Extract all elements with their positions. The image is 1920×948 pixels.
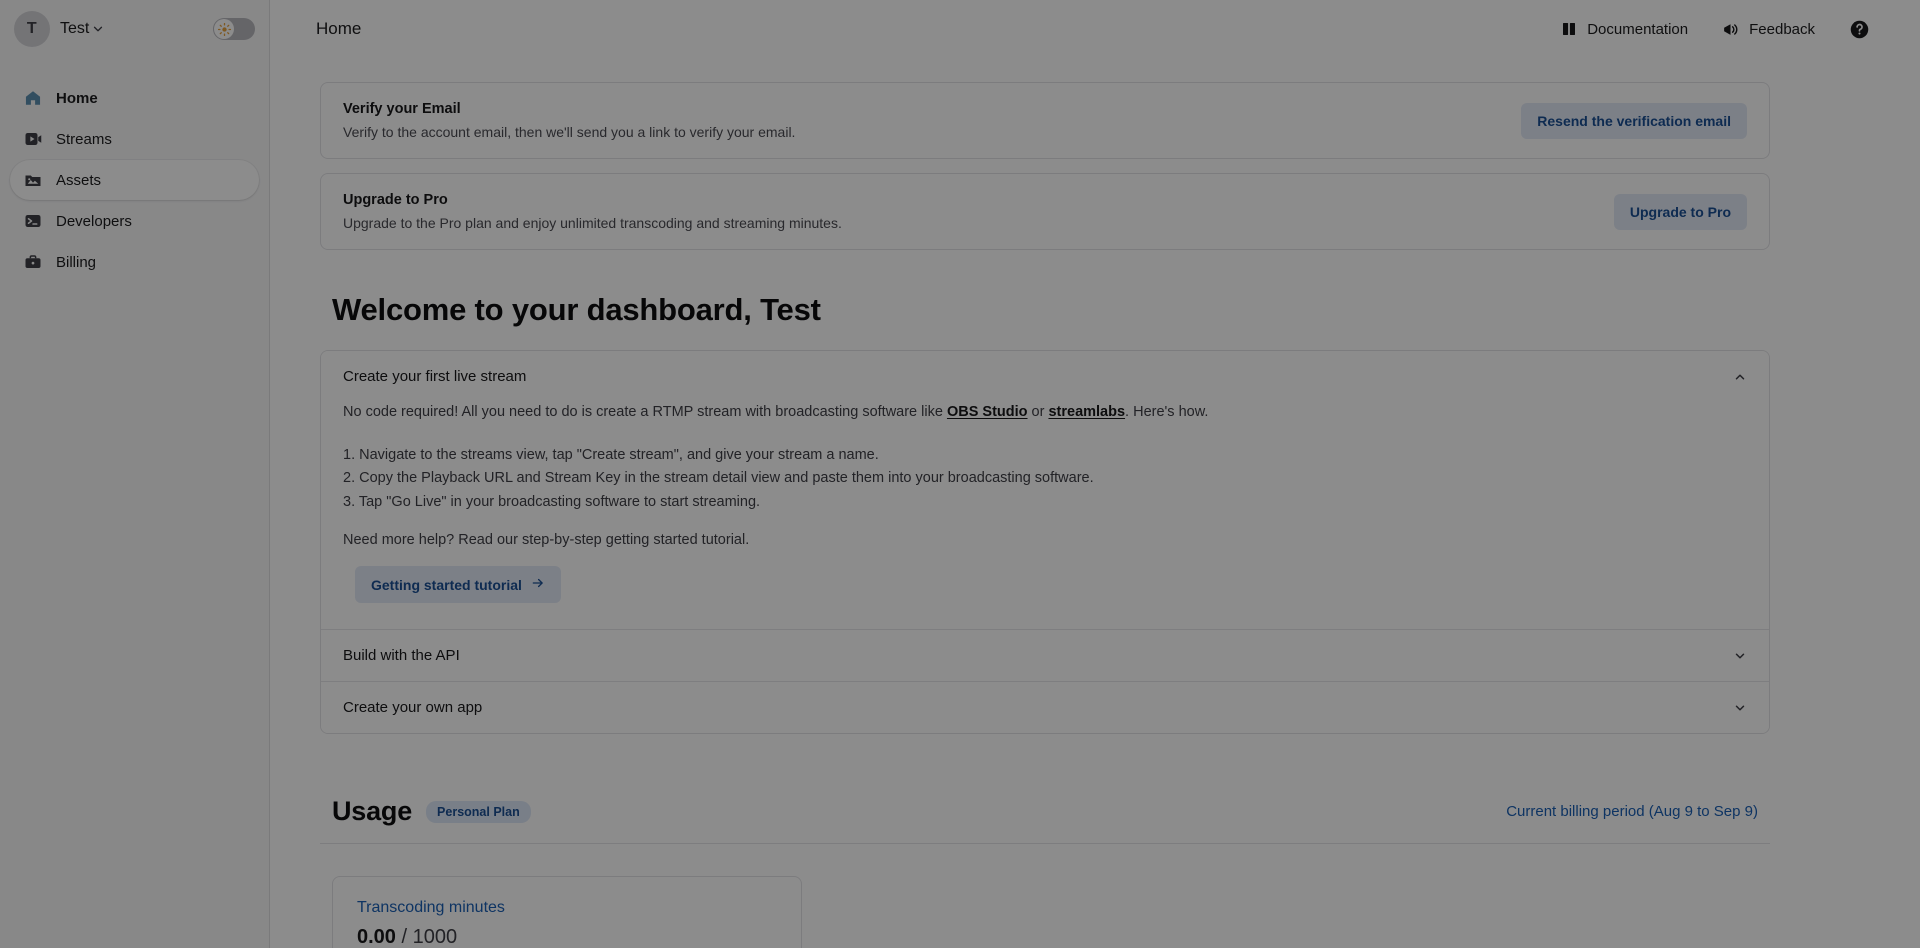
sidebar-nav: Home Streams Assets Developers	[0, 78, 269, 282]
upgrade-to-pro-button[interactable]: Upgrade to Pro	[1614, 194, 1747, 230]
sidebar-item-label: Streams	[56, 131, 112, 148]
need-more-help-text: Need more help? Read our step-by-step ge…	[343, 532, 1747, 548]
main-area: Home Documentation Feedback	[270, 0, 1920, 948]
arrow-right-icon	[531, 576, 545, 593]
theme-toggle[interactable]	[213, 18, 255, 40]
accordion-header-build-api[interactable]: Build with the API	[321, 629, 1769, 681]
sidebar-item-label: Home	[56, 90, 98, 107]
usage-card-transcoding-minutes: Transcoding minutes 0.00 / 1000	[332, 876, 802, 948]
topbar-actions: Documentation Feedback	[1560, 19, 1870, 40]
lead-mid: or	[1028, 404, 1049, 420]
step-item: 1. Navigate to the streams view, tap "Cr…	[343, 444, 1747, 467]
chevron-down-icon	[1733, 649, 1747, 663]
chevron-up-icon	[1733, 370, 1747, 384]
avatar: T	[14, 11, 50, 47]
step-item: 2. Copy the Playback URL and Stream Key …	[343, 467, 1747, 490]
sidebar-item-developers[interactable]: Developers	[10, 201, 259, 241]
alert-text: Verify your Email Verify to the account …	[343, 101, 1501, 140]
obs-studio-link[interactable]: OBS Studio	[947, 404, 1028, 420]
alert-verify-email: Verify your Email Verify to the account …	[320, 82, 1770, 159]
home-icon	[24, 89, 42, 107]
chevron-down-icon	[91, 22, 105, 36]
alert-text: Upgrade to Pro Upgrade to the Pro plan a…	[343, 192, 1594, 231]
alert-description: Upgrade to the Pro plan and enjoy unlimi…	[343, 215, 1594, 231]
briefcase-icon	[24, 253, 42, 271]
usage-section: Usage Personal Plan Current billing peri…	[320, 796, 1770, 948]
org-selector-row: T Test	[0, 0, 269, 58]
status-badge: Personal Plan	[426, 801, 531, 823]
sidebar-item-home[interactable]: Home	[10, 78, 259, 118]
usage-cards: Transcoding minutes 0.00 / 1000	[320, 844, 1770, 948]
alert-upgrade-pro: Upgrade to Pro Upgrade to the Pro plan a…	[320, 173, 1770, 250]
accordion-title: Build with the API	[343, 647, 1733, 664]
chevron-down-icon	[1733, 701, 1747, 715]
org-switcher[interactable]: Test	[60, 20, 105, 38]
accordion-header-create-app[interactable]: Create your own app	[321, 681, 1769, 733]
video-icon	[24, 130, 42, 148]
accordion-steps: 1. Navigate to the streams view, tap "Cr…	[343, 444, 1747, 514]
help-circle-icon[interactable]	[1849, 19, 1870, 40]
alert-title: Verify your Email	[343, 101, 1501, 117]
usage-value: 0.00 / 1000	[357, 926, 777, 948]
sidebar-item-billing[interactable]: Billing	[10, 242, 259, 282]
getting-started-tutorial-button[interactable]: Getting started tutorial	[355, 566, 561, 603]
accordion-header-create-stream[interactable]: Create your first live stream	[321, 351, 1769, 402]
current-billing-period-link[interactable]: Current billing period (Aug 9 to Sep 9)	[1506, 803, 1758, 820]
alert-title: Upgrade to Pro	[343, 192, 1594, 208]
transcoding-minutes-link[interactable]: Transcoding minutes	[357, 899, 505, 917]
breadcrumb: Home	[316, 19, 361, 39]
documentation-label: Documentation	[1587, 21, 1688, 38]
usage-total: 1000	[413, 926, 458, 948]
terminal-icon	[24, 212, 42, 230]
sidebar: T Test Home	[0, 0, 270, 948]
usage-header: Usage Personal Plan Current billing peri…	[320, 796, 1770, 844]
feedback-link[interactable]: Feedback	[1722, 21, 1815, 38]
alert-description: Verify to the account email, then we'll …	[343, 124, 1501, 140]
resend-verification-email-button[interactable]: Resend the verification email	[1521, 103, 1747, 139]
sidebar-item-streams[interactable]: Streams	[10, 119, 259, 159]
sidebar-item-label: Developers	[56, 213, 132, 230]
usage-used: 0.00	[357, 926, 396, 948]
sidebar-item-label: Billing	[56, 254, 96, 271]
sun-icon	[214, 19, 234, 39]
lead-suffix: . Here's how.	[1125, 404, 1208, 420]
org-name: Test	[60, 20, 89, 38]
page-title: Welcome to your dashboard, Test	[332, 292, 1770, 328]
documentation-link[interactable]: Documentation	[1560, 21, 1688, 38]
usage-title: Usage	[332, 796, 412, 827]
getting-started-accordion: Create your first live stream No code re…	[320, 350, 1770, 734]
accordion-panel-create-stream: No code required! All you need to do is …	[321, 402, 1769, 629]
content-inner: Verify your Email Verify to the account …	[320, 82, 1770, 948]
feedback-label: Feedback	[1749, 21, 1815, 38]
page-content: Verify your Email Verify to the account …	[270, 58, 1920, 948]
accordion-lead-text: No code required! All you need to do is …	[343, 402, 1747, 424]
dashboard-page: T Test Home	[0, 0, 1920, 948]
streamlabs-link[interactable]: streamlabs	[1048, 404, 1125, 420]
book-icon	[1560, 21, 1577, 38]
megaphone-icon	[1722, 21, 1739, 38]
usage-separator: /	[396, 926, 413, 948]
topbar: Home Documentation Feedback	[270, 0, 1920, 58]
image-icon	[24, 171, 42, 189]
sidebar-item-assets[interactable]: Assets	[10, 160, 259, 200]
accordion-title: Create your own app	[343, 699, 1733, 716]
accordion-title: Create your first live stream	[343, 368, 1733, 385]
step-item: 3. Tap "Go Live" in your broadcasting so…	[343, 491, 1747, 514]
lead-prefix: No code required! All you need to do is …	[343, 404, 947, 420]
sidebar-item-label: Assets	[56, 172, 101, 189]
getting-started-tutorial-label: Getting started tutorial	[371, 577, 522, 593]
